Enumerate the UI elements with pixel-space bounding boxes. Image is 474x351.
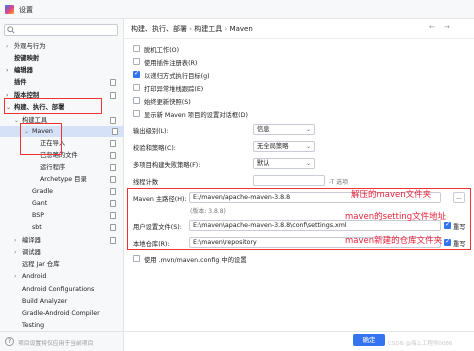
sidebar-item-gradle[interactable]: Gradle: [32, 186, 122, 197]
mvn-config-label: 使用 .mvn/maven.config 中的设置: [144, 257, 247, 264]
multiproject-fail-dropdown[interactable]: 默认 ⌄: [253, 158, 315, 169]
sidebar-item-remote-jar-repos[interactable]: 远程 Jar 仓库: [22, 259, 60, 270]
print-stacktrace-checkbox[interactable]: [133, 84, 140, 91]
page-icon: [110, 224, 116, 231]
show-settings-dialog-label: 显示新 Maven 项目的设置对话框(D): [144, 112, 248, 119]
forward-arrow-icon[interactable]: →: [444, 23, 450, 31]
watermark-text: CSDN @海上工程师0086: [388, 341, 453, 347]
recursive-goals-label: 以递归方式执行目标(g): [144, 73, 210, 80]
page-icon: [112, 128, 118, 135]
annotation-box-build-section: [4, 98, 102, 114]
checksum-policy-label: 校验和策略(C):: [133, 145, 176, 152]
sidebar-item-appearance[interactable]: › 外观与行为: [6, 41, 45, 52]
output-level-dropdown[interactable]: 信息 ⌄: [253, 124, 315, 135]
sidebar-item-sbt[interactable]: sbt: [32, 222, 122, 233]
chevron-down-icon: ⌄: [305, 160, 311, 167]
title-bar: [0, 0, 474, 19]
plugin-registry-label: 使用插件注册表(R): [144, 60, 198, 67]
sidebar-item-android-configurations[interactable]: Android Configurations: [22, 284, 94, 295]
page-icon: [110, 152, 116, 159]
page-icon: [110, 164, 116, 171]
ok-button[interactable]: 确定: [353, 334, 385, 346]
page-icon: [110, 140, 116, 147]
sidebar-item-editor[interactable]: › 编辑器: [6, 65, 33, 76]
page-icon: [110, 117, 116, 124]
header-divider: [124, 38, 474, 39]
checksum-policy-dropdown[interactable]: 无全局策略 ⌄: [253, 141, 315, 152]
sidebar-item-testing[interactable]: Testing: [22, 320, 44, 331]
page-icon: [110, 188, 116, 195]
page-icon: [110, 212, 116, 219]
breadcrumb: 构建、执行、部署 › 构建工具 › Maven: [131, 25, 253, 33]
plugin-registry-checkbox[interactable]: [133, 58, 140, 65]
search-input[interactable]: [4, 24, 118, 36]
sidebar-item-plugins[interactable]: 插件: [14, 77, 122, 88]
page-icon: [110, 79, 116, 86]
mvn-config-checkbox[interactable]: [133, 255, 140, 262]
sidebar-item-gradle-android-compiler[interactable]: Gradle-Android Compiler: [22, 308, 100, 319]
sidebar-item-archetype-catalogs[interactable]: Archetype 目录: [40, 174, 122, 185]
annotation-local-repo: maven新建的仓库文件夹: [345, 236, 443, 246]
output-level-label: 输出级别(L):: [133, 128, 169, 135]
help-icon[interactable]: ?: [5, 337, 14, 346]
recursive-goals-checkbox[interactable]: [133, 69, 140, 78]
chevron-down-icon: ⌄: [305, 126, 311, 133]
app-logo-icon: [5, 5, 14, 14]
thread-count-input[interactable]: [253, 175, 325, 186]
sidebar-item-debugger[interactable]: › 调试器: [14, 247, 41, 258]
search-icon: [7, 26, 15, 34]
print-stacktrace-label: 打印异常堆栈跟踪(E): [144, 86, 204, 93]
project-settings-hint: 项目设置将仅应用于当前项目: [18, 341, 94, 347]
thread-count-label: 线程计数: [133, 179, 159, 186]
sidebar-item-gant[interactable]: Gant: [32, 198, 122, 209]
sidebar-item-runner[interactable]: 运行程序: [40, 162, 122, 173]
window-title: 设置: [19, 6, 33, 14]
offline-checkbox[interactable]: [133, 45, 140, 52]
back-arrow-icon[interactable]: ←: [429, 23, 435, 31]
footer-divider: [0, 331, 474, 332]
multiproject-fail-label: 多项目构建失败策略(F):: [133, 162, 201, 169]
sidebar-item-build-analyzer[interactable]: Build Analyzer: [22, 296, 67, 307]
annotation-box-maven-item: [20, 123, 62, 155]
sidebar-item-bsp[interactable]: BSP: [32, 210, 122, 221]
chevron-down-icon: ⌄: [305, 143, 311, 150]
sidebar-item-compiler[interactable]: › 编译器: [14, 235, 122, 246]
page-icon: [110, 200, 116, 207]
annotation-settings-file: maven的setting文件地址: [345, 212, 447, 222]
update-snapshots-checkbox[interactable]: [133, 97, 140, 104]
sidebar-item-android[interactable]: › Android: [14, 271, 46, 282]
sidebar-item-keymap[interactable]: 按键映射: [14, 53, 39, 64]
page-icon: [110, 176, 116, 183]
thread-count-hint: -T 选项: [329, 179, 349, 186]
page-icon: [110, 92, 116, 99]
offline-label: 脱机工作(O): [144, 47, 180, 54]
page-icon: [110, 237, 116, 244]
update-snapshots-label: 始终更新快照(S): [144, 99, 191, 106]
show-settings-dialog-checkbox[interactable]: [133, 110, 140, 117]
annotation-maven-home: 解压的maven文件夹: [351, 190, 432, 200]
sidebar-item-maven[interactable]: ⌄ Maven: [0, 126, 124, 137]
